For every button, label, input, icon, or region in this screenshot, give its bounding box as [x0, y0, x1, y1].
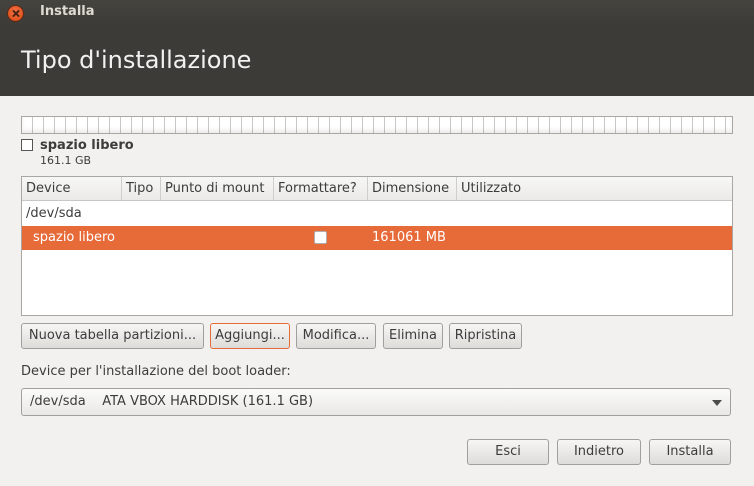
window-title: Installa: [40, 4, 95, 19]
legend-partition-size: 161.1 GB: [40, 154, 92, 167]
back-button[interactable]: Indietro: [557, 439, 641, 465]
bootloader-label: Device per l'installazione del boot load…: [21, 364, 291, 379]
modify-partition-button[interactable]: Modifica...: [296, 323, 376, 349]
row-device: /dev/sda: [26, 206, 82, 221]
table-header: Device Tipo Punto di mount Formattare? D…: [22, 177, 732, 201]
format-checkbox[interactable]: [314, 231, 327, 244]
revert-button[interactable]: Ripristina: [449, 323, 522, 349]
row-device: spazio libero: [33, 230, 115, 245]
new-partition-table-button[interactable]: Nuova tabella partizioni...: [21, 323, 204, 349]
table-row-selected[interactable]: spazio libero 161061 MB: [22, 226, 732, 250]
install-button[interactable]: Installa: [649, 439, 731, 465]
free-space-legend-swatch: [21, 139, 33, 151]
table-row[interactable]: /dev/sda: [22, 202, 732, 226]
delete-partition-button[interactable]: Elimina: [383, 323, 443, 349]
column-used[interactable]: Utilizzato: [457, 177, 734, 200]
column-tipo[interactable]: Tipo: [122, 177, 161, 200]
column-size[interactable]: Dimensione: [368, 177, 457, 200]
row-size: 161061 MB: [372, 230, 446, 245]
add-partition-button[interactable]: Aggiungi...: [210, 323, 290, 349]
bootloader-device-select[interactable]: /dev/sda ATA VBOX HARDDISK (161.1 GB): [21, 388, 731, 416]
column-mount[interactable]: Punto di mount: [161, 177, 274, 200]
close-icon[interactable]: [7, 5, 24, 22]
page-header: Tipo d'installazione: [0, 26, 754, 96]
legend-partition-name: spazio libero: [40, 138, 134, 153]
window-titlebar: Installa: [0, 0, 754, 26]
column-device[interactable]: Device: [22, 177, 122, 200]
dropdown-arrow-icon: [712, 400, 722, 406]
partition-table: Device Tipo Punto di mount Formattare? D…: [21, 176, 733, 316]
partition-bar: [21, 116, 733, 134]
bootloader-selected-value: /dev/sda ATA VBOX HARDDISK (161.1 GB): [30, 394, 314, 409]
column-format[interactable]: Formattare?: [274, 177, 368, 200]
page-title: Tipo d'installazione: [21, 46, 252, 74]
quit-button[interactable]: Esci: [467, 439, 549, 465]
